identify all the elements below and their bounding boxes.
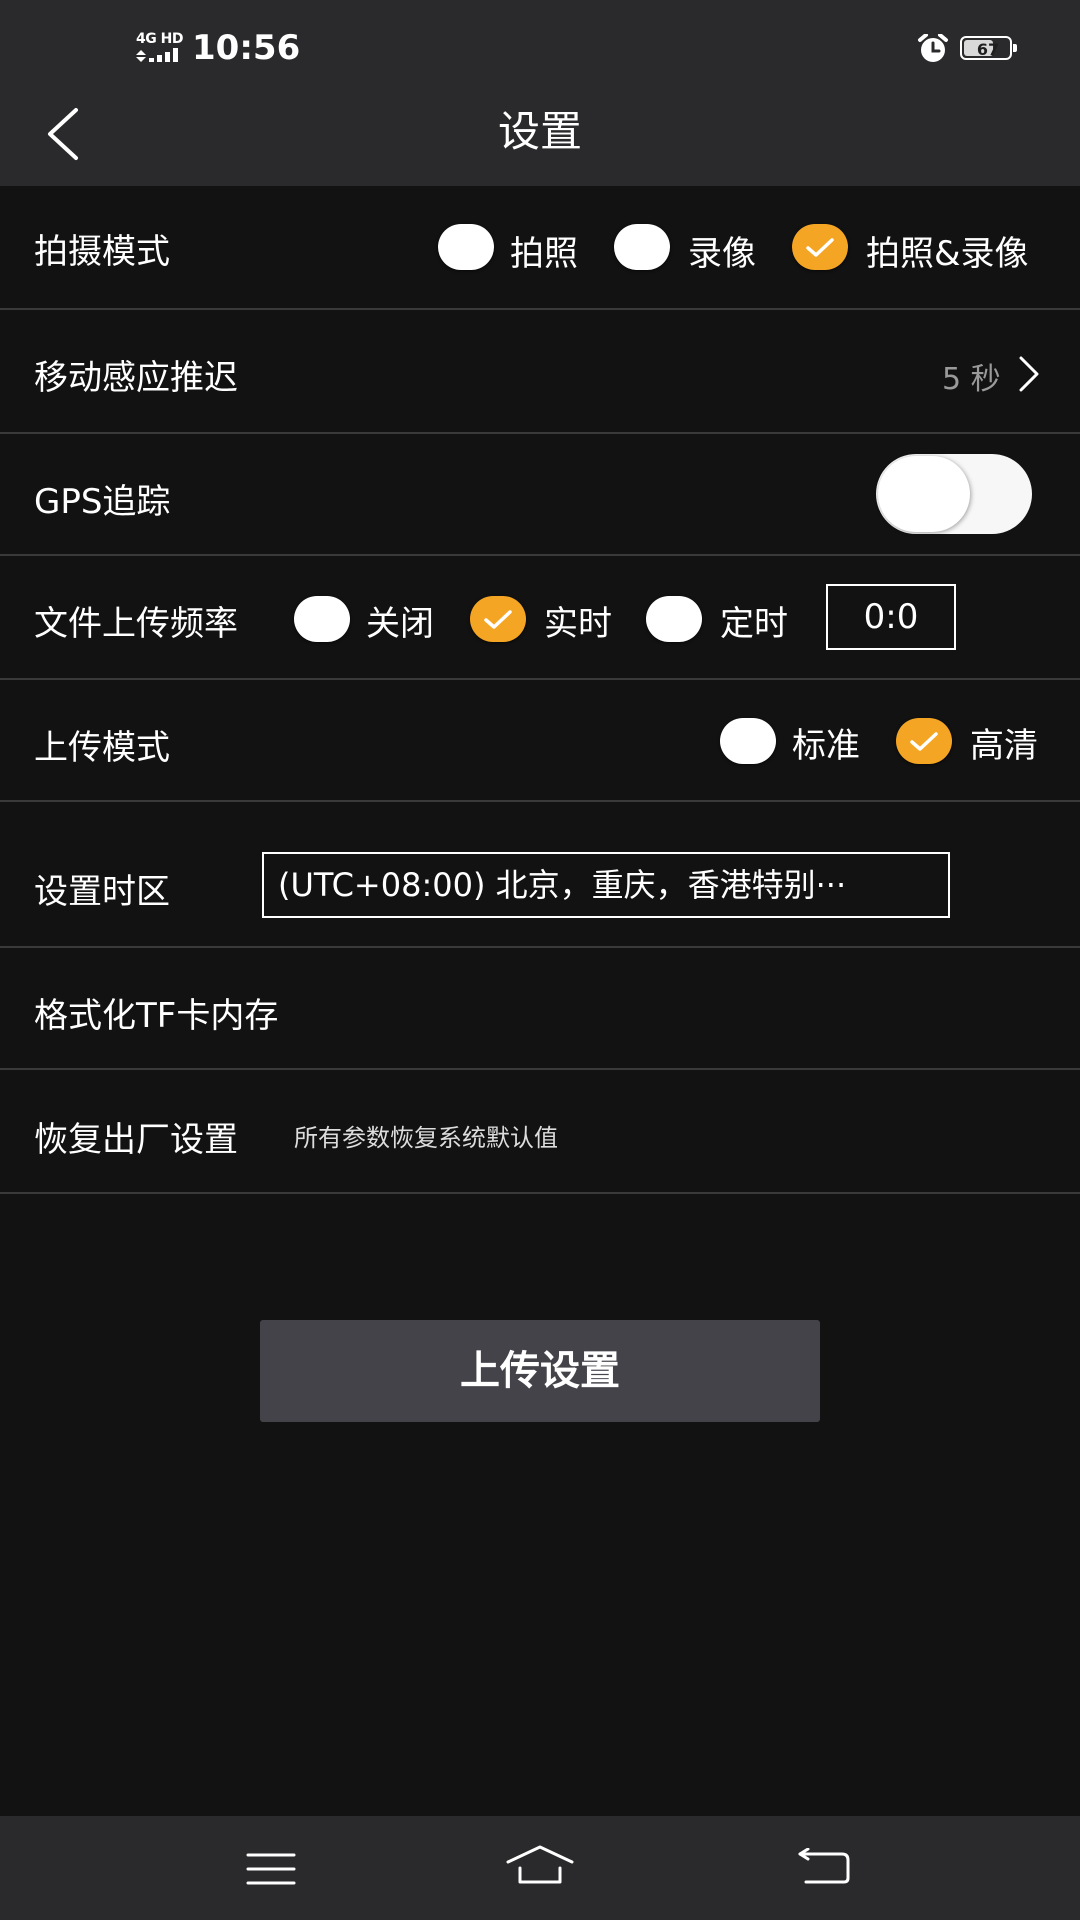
battery-shell: 67 <box>960 36 1012 60</box>
back-icon[interactable] <box>796 1848 852 1886</box>
timezone-select[interactable]: (UTC+08:00) 北京，重庆，香港特别··· <box>262 852 950 918</box>
capture-mode-label: 拍摄模式 <box>34 232 170 272</box>
home-icon[interactable] <box>505 1844 575 1886</box>
radio-video[interactable] <box>614 224 670 270</box>
timer-value-field[interactable]: 0:0 <box>826 584 956 650</box>
setting-row-motion-delay[interactable]: 移动感应推迟 5 秒 <box>0 310 1080 434</box>
chevron-left-icon[interactable] <box>40 106 90 162</box>
option-freq-realtime-label: 实时 <box>544 604 612 644</box>
option-freq-off-label: 关闭 <box>366 604 434 644</box>
battery-percent: 67 <box>976 40 1000 59</box>
format-tf-label: 格式化TF卡内存 <box>34 996 279 1036</box>
alarm-clock-icon <box>918 34 948 62</box>
status-time: 10:56 <box>192 28 301 68</box>
radio-mode-standard[interactable] <box>720 718 776 764</box>
toggle-knob <box>878 456 970 532</box>
radio-freq-realtime[interactable] <box>470 596 526 642</box>
option-freq-timed-label: 定时 <box>720 604 788 644</box>
radio-photo-video[interactable] <box>792 224 848 270</box>
option-mode-standard-label: 标准 <box>792 726 860 766</box>
radio-mode-hd[interactable] <box>896 718 952 764</box>
factory-reset-hint: 所有参数恢复系统默认值 <box>294 1124 558 1152</box>
radio-photo[interactable] <box>438 224 494 270</box>
option-photo-video-label: 拍照&录像 <box>866 234 1029 274</box>
option-video-label: 录像 <box>688 234 756 274</box>
radio-freq-timed[interactable] <box>646 596 702 642</box>
setting-row-factory-reset[interactable]: 恢复出厂设置 所有参数恢复系统默认值 <box>0 1070 1080 1194</box>
gps-toggle[interactable] <box>876 454 1032 534</box>
page-title: 设置 <box>497 107 582 156</box>
option-photo-label: 拍照 <box>510 234 578 274</box>
check-icon <box>484 610 512 629</box>
setting-row-upload-frequency: 文件上传频率 关闭 实时 定时 0:0 <box>0 556 1080 680</box>
upload-settings-button[interactable]: 上传设置 <box>260 1320 820 1422</box>
upload-frequency-label: 文件上传频率 <box>34 604 238 644</box>
chevron-right-icon <box>1019 356 1039 392</box>
system-nav-bar <box>0 1816 1080 1920</box>
motion-delay-value: 5 秒 <box>942 362 1001 397</box>
battery-nub <box>1013 44 1017 52</box>
setting-row-upload-mode: 上传模式 标准 高清 <box>0 680 1080 802</box>
network-type: 4G HD <box>136 31 183 47</box>
gps-label: GPS追踪 <box>34 482 171 522</box>
timezone-label: 设置时区 <box>34 872 170 912</box>
setting-row-capture-mode: 拍摄模式 拍照 录像 拍照&录像 <box>0 186 1080 310</box>
factory-reset-label: 恢复出厂设置 <box>34 1120 238 1160</box>
option-mode-hd-label: 高清 <box>970 726 1038 766</box>
battery-indicator: 67 <box>960 36 1018 62</box>
signal-indicator: 4G HD <box>136 32 184 62</box>
setting-row-format-tf[interactable]: 格式化TF卡内存 <box>0 948 1080 1070</box>
menu-icon[interactable] <box>246 1852 296 1886</box>
status-bar: 4G HD 10:56 67 <box>0 0 1080 96</box>
radio-freq-off[interactable] <box>294 596 350 642</box>
upload-mode-label: 上传模式 <box>34 728 170 768</box>
check-icon <box>910 732 938 751</box>
check-icon <box>806 238 834 257</box>
motion-delay-label: 移动感应推迟 <box>34 358 238 398</box>
top-bar: 4G HD 10:56 67 设置 <box>0 0 1080 186</box>
signal-bars-icon <box>136 48 178 62</box>
setting-row-timezone: 设置时区 (UTC+08:00) 北京，重庆，香港特别··· <box>0 802 1080 948</box>
